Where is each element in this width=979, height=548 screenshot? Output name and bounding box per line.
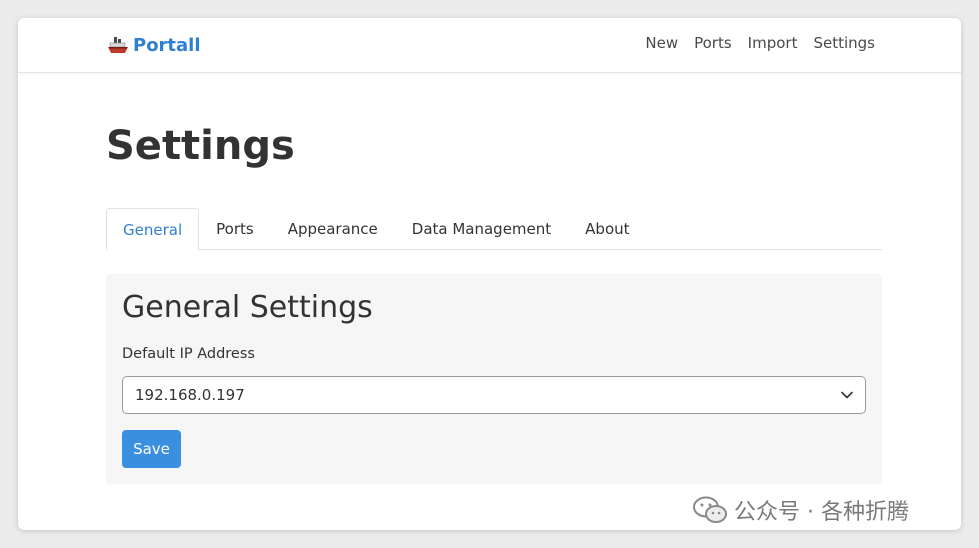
watermark: 公众号 · 各种折腾 (692, 494, 909, 526)
ip-address-label: Default IP Address (122, 346, 255, 362)
page-title: Settings (106, 123, 295, 169)
tab-general[interactable]: General (106, 208, 200, 250)
settings-tabs: General Ports Appearance Data Management… (106, 208, 882, 250)
brand-link[interactable]: Portall (107, 32, 201, 58)
ip-address-value: 192.168.0.197 (135, 386, 245, 404)
nav-link-settings[interactable]: Settings (813, 34, 875, 52)
brand-name: Portall (133, 34, 201, 56)
general-settings-card: General Settings Default IP Address 192.… (106, 274, 882, 484)
ship-icon (108, 37, 128, 53)
browser-window: Portall New Ports Import Settings Settin… (18, 18, 961, 530)
nav-link-new[interactable]: New (645, 34, 678, 52)
nav-link-ports[interactable]: Ports (694, 34, 732, 52)
watermark-text: 公众号 · 各种折腾 (734, 500, 909, 525)
navbar: Portall New Ports Import Settings (18, 18, 961, 73)
tab-data-management[interactable]: Data Management (395, 208, 568, 248)
wechat-icon (693, 496, 727, 523)
tab-appearance[interactable]: Appearance (271, 208, 395, 248)
card-heading: General Settings (122, 290, 373, 325)
nav-links: New Ports Import Settings (645, 34, 875, 52)
ip-address-select[interactable]: 192.168.0.197 (122, 376, 866, 414)
save-button[interactable]: Save (122, 430, 181, 468)
nav-link-import[interactable]: Import (748, 34, 798, 52)
tab-about[interactable]: About (568, 208, 646, 248)
tab-ports[interactable]: Ports (199, 208, 271, 248)
chevron-down-icon (841, 391, 853, 399)
